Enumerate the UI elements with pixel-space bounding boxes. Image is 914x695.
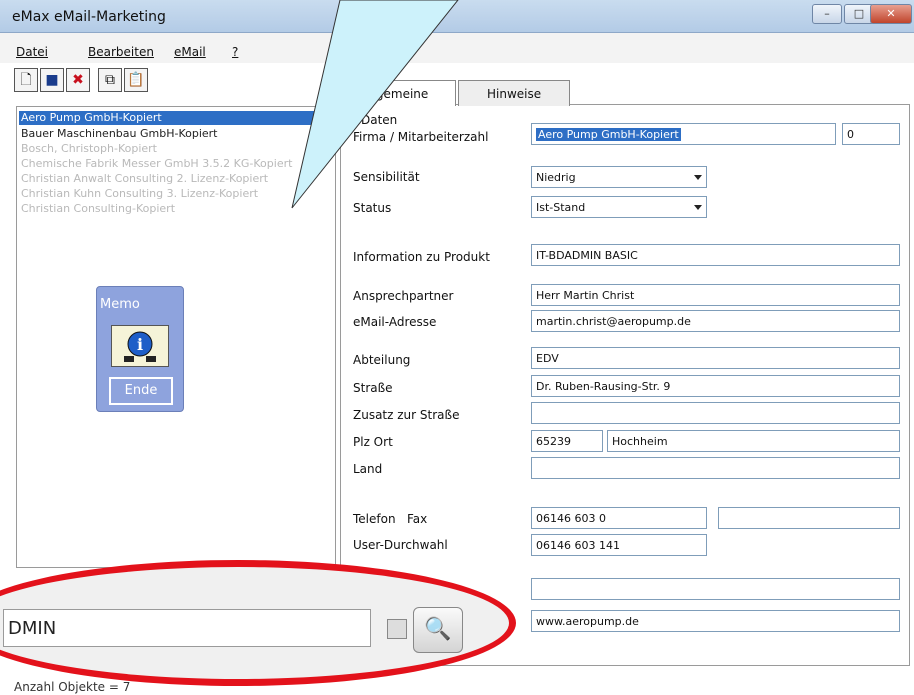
callout-pointer bbox=[291, 0, 459, 209]
